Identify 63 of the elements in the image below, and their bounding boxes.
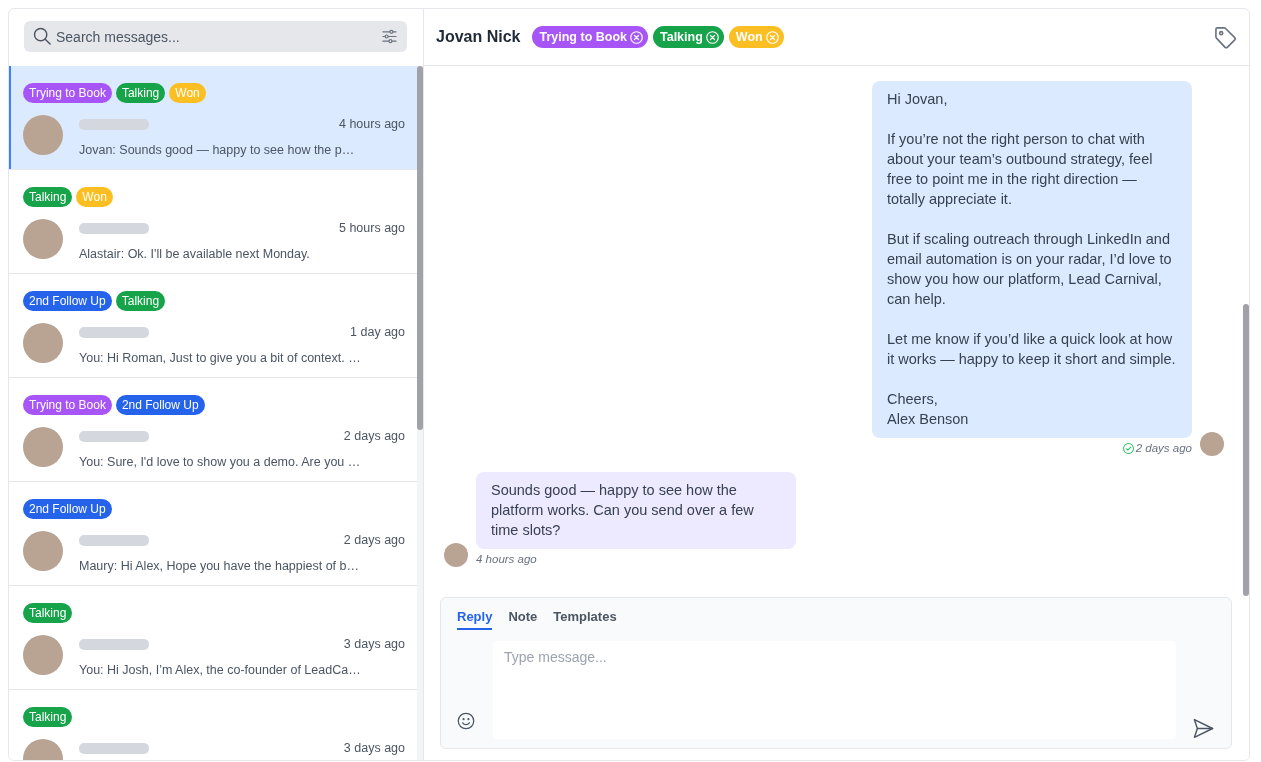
scrollbar-thumb[interactable]	[417, 66, 423, 430]
blurred-name	[79, 222, 149, 234]
message-text: Hi Jovan, If you’re not the right person to chat with about your team’s outbound strategy, feel free to point me in the right direction — totally appreciate it. But if scaling outreach through LinkedIn and email automation is on your radar, I’d love to show you how our platform, Lead Carnival, can help. Let me know if you’d like a quick look at how it works — happy to keep it short and simple. Cheers, Alex Benson	[887, 90, 1177, 429]
status-tag: 2nd Follow Up	[115, 395, 205, 415]
blurred-name	[79, 118, 149, 130]
search-field[interactable]: Search messages...	[24, 21, 407, 52]
remove-icon[interactable]	[705, 30, 719, 44]
avatar	[1200, 432, 1224, 456]
tag-label: Won	[735, 30, 763, 44]
tag-label: Trying to Book	[539, 30, 627, 44]
conversation-time: 2 days ago	[343, 532, 405, 548]
composer-tab[interactable]: Templates	[553, 605, 617, 630]
conversation-time: 2 days ago	[343, 428, 405, 444]
message-preview: You: Hi Josh, I’m Alex, the co-founder of LeadCa…	[79, 663, 362, 677]
emoji-icon[interactable]	[457, 712, 475, 730]
avatar	[23, 323, 63, 363]
message-preview: Jovan: Sounds good — happy to see how the p…	[79, 143, 356, 157]
conversation-time: 5 hours ago	[338, 220, 405, 236]
status-tag: Talking	[115, 291, 166, 311]
message-preview: Alastair: Ok. I'll be available next Monday.	[79, 247, 311, 261]
status-tag: Won	[76, 187, 113, 207]
message-preview: Maury: Hi Alex, Hope you have the happiest of b…	[79, 559, 361, 573]
conversation-time: 3 days ago	[343, 740, 405, 756]
composer-tab[interactable]: Reply	[457, 605, 493, 630]
blurred-name	[79, 742, 149, 754]
message-time: 4 hours ago	[476, 553, 537, 565]
status-tag: Talking	[23, 707, 73, 727]
message-input[interactable]: Type message...	[493, 641, 1176, 739]
conversation-time: 4 hours ago	[338, 116, 405, 132]
blurred-name	[79, 430, 149, 442]
scrollbar-thumb[interactable]	[1243, 304, 1249, 596]
blurred-name	[79, 326, 149, 338]
avatar	[23, 115, 63, 155]
contact-name: Jovan Nick	[436, 28, 521, 46]
conversation-time: 3 days ago	[343, 636, 405, 652]
avatar	[23, 531, 63, 571]
blurred-name	[79, 534, 149, 546]
status-tag: Won	[169, 83, 206, 103]
message-text: Sounds good — happy to see how the platform works. Can you send over a few time slots?	[491, 481, 755, 540]
avatar	[23, 635, 63, 675]
status-tag: 2nd Follow Up	[23, 291, 112, 311]
search-icon	[33, 27, 51, 45]
status-tag: Talking	[115, 83, 166, 103]
avatar	[23, 219, 63, 259]
status-tag: Talking	[23, 603, 73, 623]
status-tag: Trying to Book	[23, 83, 112, 103]
remove-icon[interactable]	[630, 30, 643, 44]
filter-icon[interactable]	[382, 29, 397, 44]
status-tag: Trying to Book	[23, 395, 112, 415]
conversation-time: 1 day ago	[350, 324, 405, 340]
composer-tab[interactable]: Note	[508, 605, 538, 630]
message-preview: You: Hi Roman, Just to give you a bit of context. …	[79, 351, 362, 365]
message-time: 2 days ago	[1135, 442, 1192, 454]
blurred-name	[79, 638, 149, 650]
conversation-item[interactable]: Trying to Book Talking Won 4 hours ago Jovan: Sounds good — happy to see how the p…	[9, 66, 417, 170]
status-tag: 2nd Follow Up	[23, 499, 112, 519]
status-tag: Talking	[23, 187, 73, 207]
message-preview: You: Sure, I'd love to show you a demo. Are you …	[79, 455, 362, 469]
avatar	[23, 427, 63, 467]
send-icon[interactable]	[1193, 718, 1214, 739]
tag-icon[interactable]	[1214, 25, 1237, 49]
tag-label: Talking	[660, 30, 703, 44]
avatar	[444, 543, 468, 567]
